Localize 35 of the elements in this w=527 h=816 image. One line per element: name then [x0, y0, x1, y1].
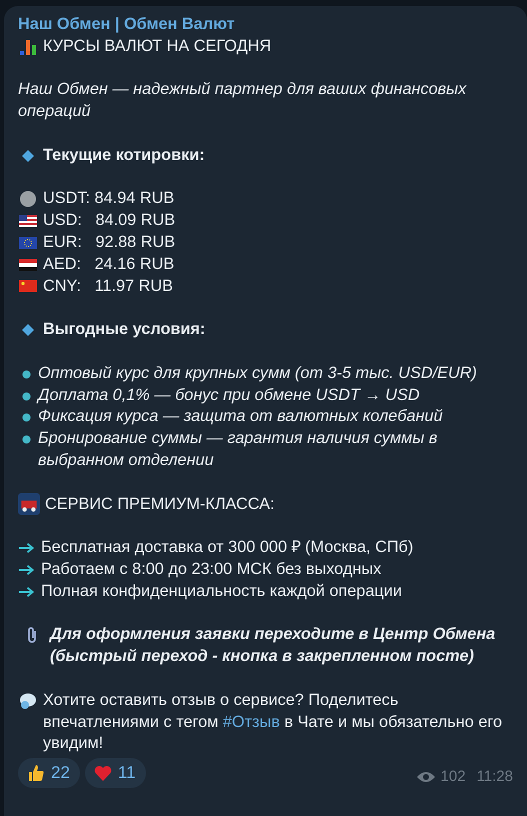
- view-count: 102: [440, 767, 466, 788]
- condition-text: Фиксация курса — защита от валютных колебаний: [38, 406, 444, 428]
- hashtag-link[interactable]: #Отзыв: [222, 712, 280, 730]
- thumbs-up-icon: [26, 762, 46, 783]
- channel-name[interactable]: Наш Обмен | Обмен Валют: [18, 14, 235, 36]
- bullet-icon: [22, 435, 31, 444]
- post-title: КУРСЫ ВАЛЮТ НА СЕГОДНЯ: [43, 36, 272, 57]
- intro-text: Наш Обмен — надежный партнер для ваших финансовых операций: [18, 79, 468, 122]
- service-text: Работаем с 8:00 до 23:00 МСК без выходных: [41, 558, 382, 580]
- arrow-icon: [18, 542, 35, 554]
- reaction-button[interactable]: 11: [84, 758, 146, 788]
- eye-icon: [416, 770, 436, 784]
- condition-text: Доплата 0,1% — бонус при обмене USDT → USD: [38, 384, 421, 406]
- rate-text: CNY: 11.97 RUB: [43, 276, 174, 297]
- section-heading: Выгодные условия:: [43, 319, 206, 340]
- condition-text: Бронирование суммы — гарантия наличия суммы в выбранном отделении: [38, 428, 438, 471]
- rate-text: USDT: 84.94 RUB: [43, 188, 174, 210]
- message-time: 11:28: [476, 767, 513, 788]
- service-text: Полная конфиденциальность каждой операции: [41, 580, 402, 602]
- condition-text: Оптовый курс для крупных сумм (от 3-5 тыс. USD/EUR): [38, 362, 478, 384]
- service-text: Бесплатная доставка от 300 000 ₽ (Москва, СПб): [41, 537, 414, 558]
- rate-text: AED: 24.16 RUB: [43, 254, 174, 275]
- bullet-icon: [22, 370, 31, 379]
- coin-icon: [18, 189, 38, 210]
- note-text: Для оформления заявки переходите в Центр Обмена (быстрый переход - кнопка в закрепленном посте): [50, 624, 496, 668]
- section-heading: Текущие котировки:: [43, 144, 205, 166]
- rate-text: EUR: 92.88 RUB: [43, 232, 176, 253]
- bullet-icon: [22, 413, 31, 422]
- section-heading: СЕРВИС ПРЕМИУМ-КЛАССА:: [45, 494, 275, 515]
- arrow-icon: [18, 564, 35, 576]
- bullet-icon: [22, 392, 31, 401]
- arrow-icon: [18, 586, 35, 598]
- reaction-button[interactable]: 22: [18, 758, 80, 788]
- rate-text: USD: 84.09 RUB: [43, 210, 176, 232]
- feedback-text: Хотите оставить отзыв о сервисе? Поделитесь впечатлениями с тегом #Отзыв в Чате и мы обязательно его увидим!: [43, 690, 504, 754]
